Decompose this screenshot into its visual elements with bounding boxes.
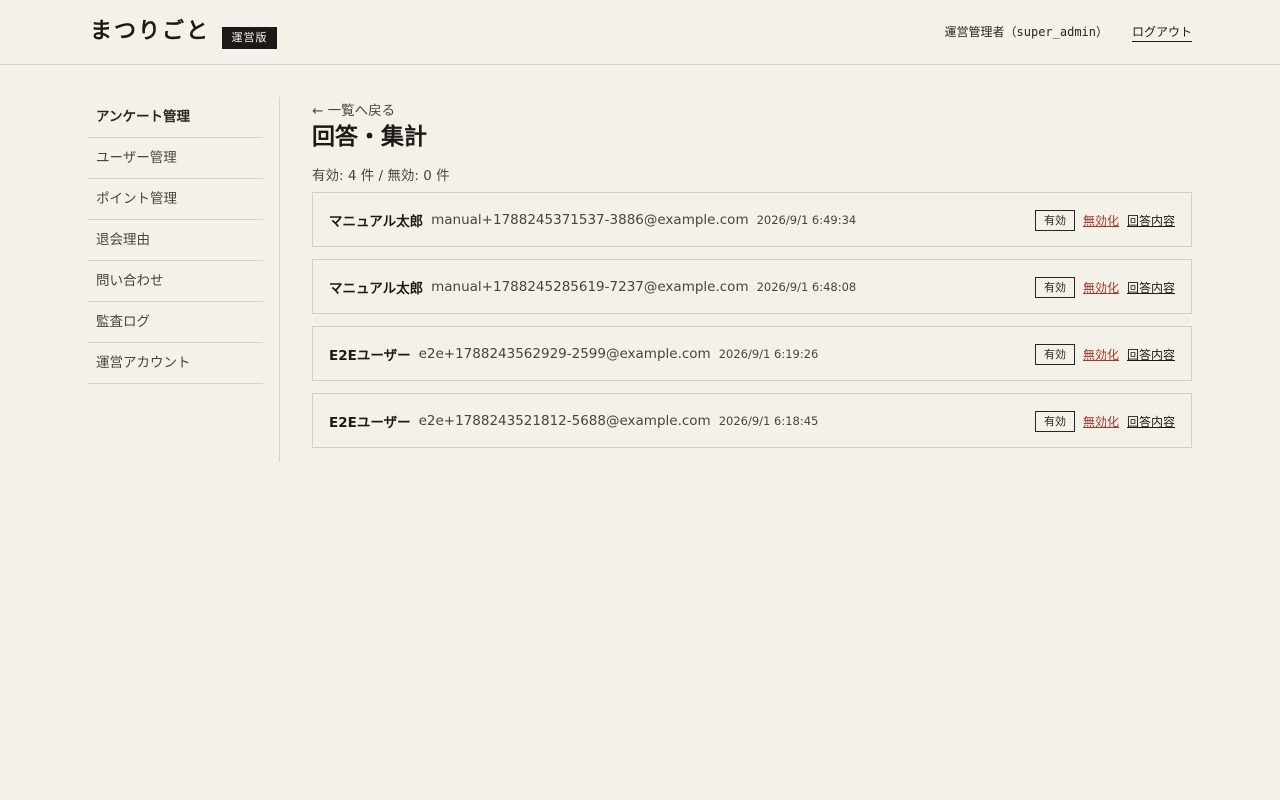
response-actions: 有効 無効化 回答内容 [1034,410,1175,432]
response-card: E2Eユーザー e2e+1788243562929-2599@example.c… [312,326,1192,381]
current-user-label: 運営管理者（super_admin） [944,25,1108,39]
view-answers-link[interactable]: 回答内容 [1127,413,1175,430]
response-summary: 有効: 4 件 / 無効: 0 件 [312,168,450,184]
back-to-list-link[interactable]: ← 一覧へ戻る [312,101,395,121]
respondent-name: E2Eユーザー [329,414,411,431]
disable-link[interactable]: 無効化 [1083,212,1119,229]
sidebar-item-points[interactable]: ポイント管理 [88,179,263,220]
response-datetime: 2026/9/1 6:19:26 [718,346,819,361]
edition-badge: 運営版 [222,27,277,49]
response-card: マニュアル太郎 manual+1788245371537-3886@exampl… [312,192,1192,247]
respondent-name: マニュアル太郎 [329,280,424,297]
view-answers-link[interactable]: 回答内容 [1127,212,1175,229]
response-datetime: 2026/9/1 6:48:08 [756,279,857,294]
sidebar-nav: アンケート管理 ユーザー管理 ポイント管理 退会理由 問い合わせ 監査ログ 運営… [88,97,280,462]
respondent-email: manual+1788245285619-7237@example.com [431,278,749,295]
response-list: マニュアル太郎 manual+1788245371537-3886@exampl… [312,192,1192,448]
logout-link[interactable]: ログアウト [1131,23,1192,42]
page-title: 回答・集計 [312,123,427,150]
status-badge: 有効 [1034,276,1075,298]
response-card: マニュアル太郎 manual+1788245285619-7237@exampl… [312,259,1192,314]
respondent-email: e2e+1788243562929-2599@example.com [418,345,711,362]
view-answers-link[interactable]: 回答内容 [1127,279,1175,296]
app-logo[interactable]: まつりごと [90,16,210,46]
response-actions: 有効 無効化 回答内容 [1034,276,1175,298]
sidebar-item-audit-log[interactable]: 監査ログ [88,302,263,343]
sidebar-item-withdrawal-reasons[interactable]: 退会理由 [88,220,263,261]
response-actions: 有効 無効化 回答内容 [1034,209,1175,231]
status-badge: 有効 [1034,209,1075,231]
app-header: まつりごと 運営版 運営管理者（super_admin） ログアウト [0,0,1280,65]
respondent-name: E2Eユーザー [329,347,411,364]
sidebar-item-admin-accounts[interactable]: 運営アカウント [88,343,263,384]
response-card: E2Eユーザー e2e+1788243521812-5688@example.c… [312,393,1192,448]
respondent-email: manual+1788245371537-3886@example.com [431,211,749,228]
response-datetime: 2026/9/1 6:18:45 [718,413,819,428]
status-badge: 有効 [1034,343,1075,365]
disable-link[interactable]: 無効化 [1083,413,1119,430]
response-datetime: 2026/9/1 6:49:34 [756,212,857,227]
sidebar-item-surveys[interactable]: アンケート管理 [88,97,263,138]
view-answers-link[interactable]: 回答内容 [1127,346,1175,363]
sidebar-item-users[interactable]: ユーザー管理 [88,138,263,179]
response-actions: 有効 無効化 回答内容 [1034,343,1175,365]
sidebar-item-inquiries[interactable]: 問い合わせ [88,261,263,302]
respondent-email: e2e+1788243521812-5688@example.com [418,412,711,429]
respondent-name: マニュアル太郎 [329,213,424,230]
disable-link[interactable]: 無効化 [1083,346,1119,363]
disable-link[interactable]: 無効化 [1083,279,1119,296]
status-badge: 有効 [1034,410,1075,432]
main-content: ← 一覧へ戻る 回答・集計 有効: 4 件 / 無効: 0 件 マニュアル太郎 … [312,100,1192,460]
